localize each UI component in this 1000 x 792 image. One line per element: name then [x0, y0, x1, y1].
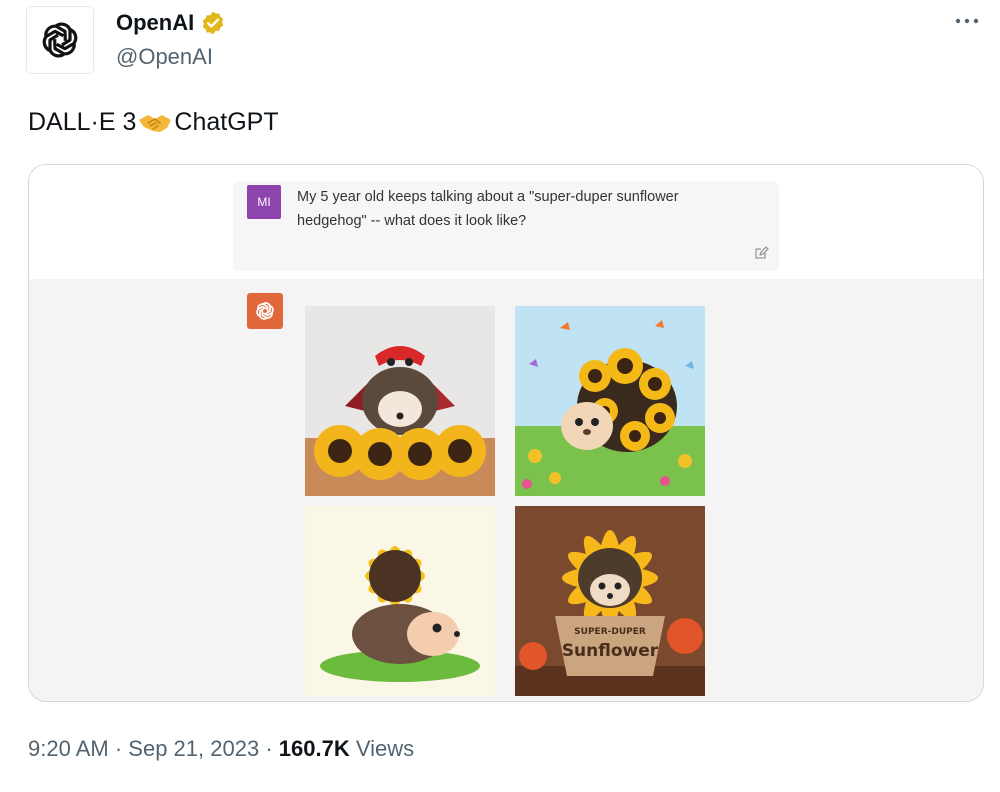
handshake-emoji	[139, 114, 172, 132]
author-display-name[interactable]: OpenAI	[116, 10, 194, 36]
user-prompt-text: My 5 year old keeps talking about a "sup…	[297, 189, 679, 229]
user-message-bubble: MI My 5 year old keeps talking about a "…	[233, 181, 779, 271]
tweet-date[interactable]: Sep 21, 2023	[128, 736, 259, 761]
separator-dot: ·	[114, 736, 123, 761]
avatar[interactable]	[26, 6, 94, 74]
hedgehog-in-sunflower-pot-image[interactable]: SUPER-DUPER Sunflower	[515, 506, 705, 696]
tweet-text-part-2: ChatGPT	[174, 108, 279, 136]
assistant-message-row: SUPER-DUPER Sunflower	[29, 279, 983, 701]
tweet-text-part-1: DALL·E 3	[28, 108, 137, 136]
tweet-header: OpenAI @OpenAI	[26, 4, 986, 74]
pot-text-line2: Sunflower	[562, 641, 659, 661]
more-options-icon[interactable]	[952, 6, 982, 36]
hedgehog-sunflower-illustration-image[interactable]	[305, 506, 495, 696]
views-label: Views	[355, 736, 415, 761]
verified-badge-icon[interactable]	[200, 10, 226, 36]
pot-text-line1: SUPER-DUPER	[574, 627, 646, 637]
tweet-footer: 9:20 AM · Sep 21, 2023 · 160.7K Views	[28, 736, 414, 762]
tweet-text: DALL·E 3 ChatGPT	[28, 108, 279, 137]
views-count[interactable]: 160.7K	[279, 736, 350, 761]
edit-icon	[755, 246, 769, 259]
author-handle[interactable]: @OpenAI	[116, 44, 213, 70]
user-message-row: MI My 5 year old keeps talking about a "…	[29, 165, 983, 279]
media-card[interactable]: MI My 5 year old keeps talking about a "…	[28, 164, 984, 702]
user-avatar-badge: MI	[247, 185, 281, 219]
tweet-time[interactable]: 9:20 AM	[28, 736, 109, 761]
hedgehog-sunflower-meadow-butterflies-image[interactable]	[515, 306, 705, 496]
openai-logo-icon	[42, 22, 78, 58]
author-name-row: OpenAI	[116, 10, 226, 36]
separator-dot: ·	[265, 736, 273, 761]
chatgpt-logo-icon	[247, 293, 283, 329]
hedgehog-with-mask-on-sunflowers-image[interactable]	[305, 306, 495, 496]
